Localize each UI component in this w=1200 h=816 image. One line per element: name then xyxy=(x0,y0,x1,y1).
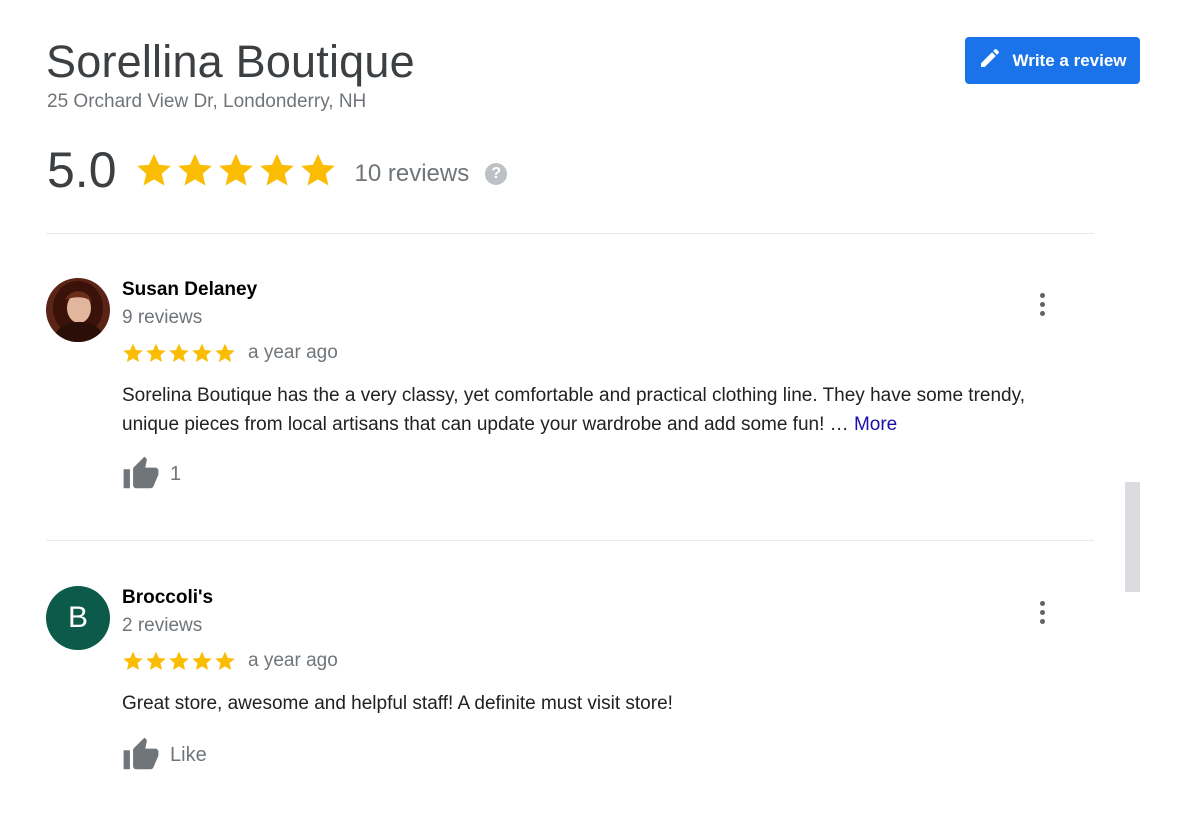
thumbs-up-icon xyxy=(123,456,159,489)
reviewer-review-count: 2 reviews xyxy=(122,615,203,636)
reviewer-review-count: 9 reviews xyxy=(122,307,203,328)
like-button[interactable]: 1 xyxy=(122,455,181,493)
pencil-icon xyxy=(978,46,1002,75)
star-icon xyxy=(146,343,166,362)
review-text: Sorelina Boutique has the a very classy,… xyxy=(122,381,1062,439)
business-name: Sorellina Boutique xyxy=(46,36,415,87)
review-menu-button[interactable] xyxy=(1030,598,1054,626)
star-icon xyxy=(192,343,212,362)
star-icon xyxy=(169,651,189,670)
review-card: B Broccoli's 2 reviews a year ago Great … xyxy=(46,586,1096,816)
divider xyxy=(46,540,1094,541)
review-stars xyxy=(122,342,236,364)
overall-stars xyxy=(135,151,337,189)
total-review-count[interactable]: 10 reviews xyxy=(355,160,470,188)
like-label: Like xyxy=(170,743,207,766)
review-date: a year ago xyxy=(248,342,338,363)
star-icon xyxy=(218,153,253,186)
avatar[interactable] xyxy=(46,278,110,342)
overall-rating: 5.0 xyxy=(47,142,117,198)
review-body: Great store, awesome and helpful staff! … xyxy=(122,693,673,714)
review-stars xyxy=(122,650,236,672)
reviewer-name[interactable]: Broccoli's xyxy=(122,587,213,609)
star-icon xyxy=(169,343,189,362)
rating-summary: 5.0 10 reviews ? xyxy=(47,140,508,200)
star-icon xyxy=(146,651,166,670)
like-count: 1 xyxy=(170,462,182,485)
star-icon xyxy=(123,343,143,362)
star-icon xyxy=(192,651,212,670)
review-card: Susan Delaney 9 reviews a year ago Sorel… xyxy=(46,278,1096,508)
business-address: 25 Orchard View Dr, Londonderry, NH xyxy=(47,91,367,112)
star-icon xyxy=(177,153,212,186)
star-icon xyxy=(300,153,335,186)
divider xyxy=(46,233,1094,234)
review-meta: a year ago xyxy=(122,650,338,672)
review-meta: a year ago xyxy=(122,342,338,364)
thumbs-up-icon xyxy=(123,737,159,770)
review-date: a year ago xyxy=(248,650,338,671)
review-menu-button[interactable] xyxy=(1030,290,1054,318)
review-text: Great store, awesome and helpful staff! … xyxy=(122,689,1062,718)
reviewer-name[interactable]: Susan Delaney xyxy=(122,279,257,301)
more-link[interactable]: More xyxy=(854,414,897,435)
star-icon xyxy=(123,651,143,670)
like-button[interactable]: Like xyxy=(122,736,207,774)
star-icon xyxy=(259,153,294,186)
star-icon xyxy=(136,153,171,186)
write-review-button[interactable]: Write a review xyxy=(965,37,1140,84)
avatar[interactable]: B xyxy=(46,586,110,650)
help-icon[interactable]: ? xyxy=(485,163,508,185)
star-icon xyxy=(215,343,235,362)
star-icon xyxy=(215,651,235,670)
scrollbar-thumb[interactable] xyxy=(1125,482,1140,592)
write-review-label: Write a review xyxy=(1012,50,1127,70)
